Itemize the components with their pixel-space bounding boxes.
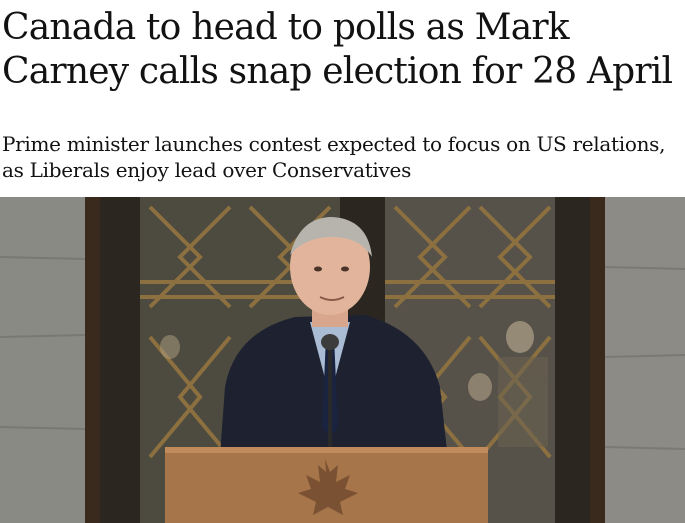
microphone [321,334,339,350]
stone-wall-left [0,197,85,523]
article-headline: Canada to head to polls as Mark Carney c… [2,7,673,92]
article-standfirst: Prime minister launches contest expected… [2,132,666,182]
article-main-image [0,197,685,523]
stone-wall-right [605,197,685,523]
